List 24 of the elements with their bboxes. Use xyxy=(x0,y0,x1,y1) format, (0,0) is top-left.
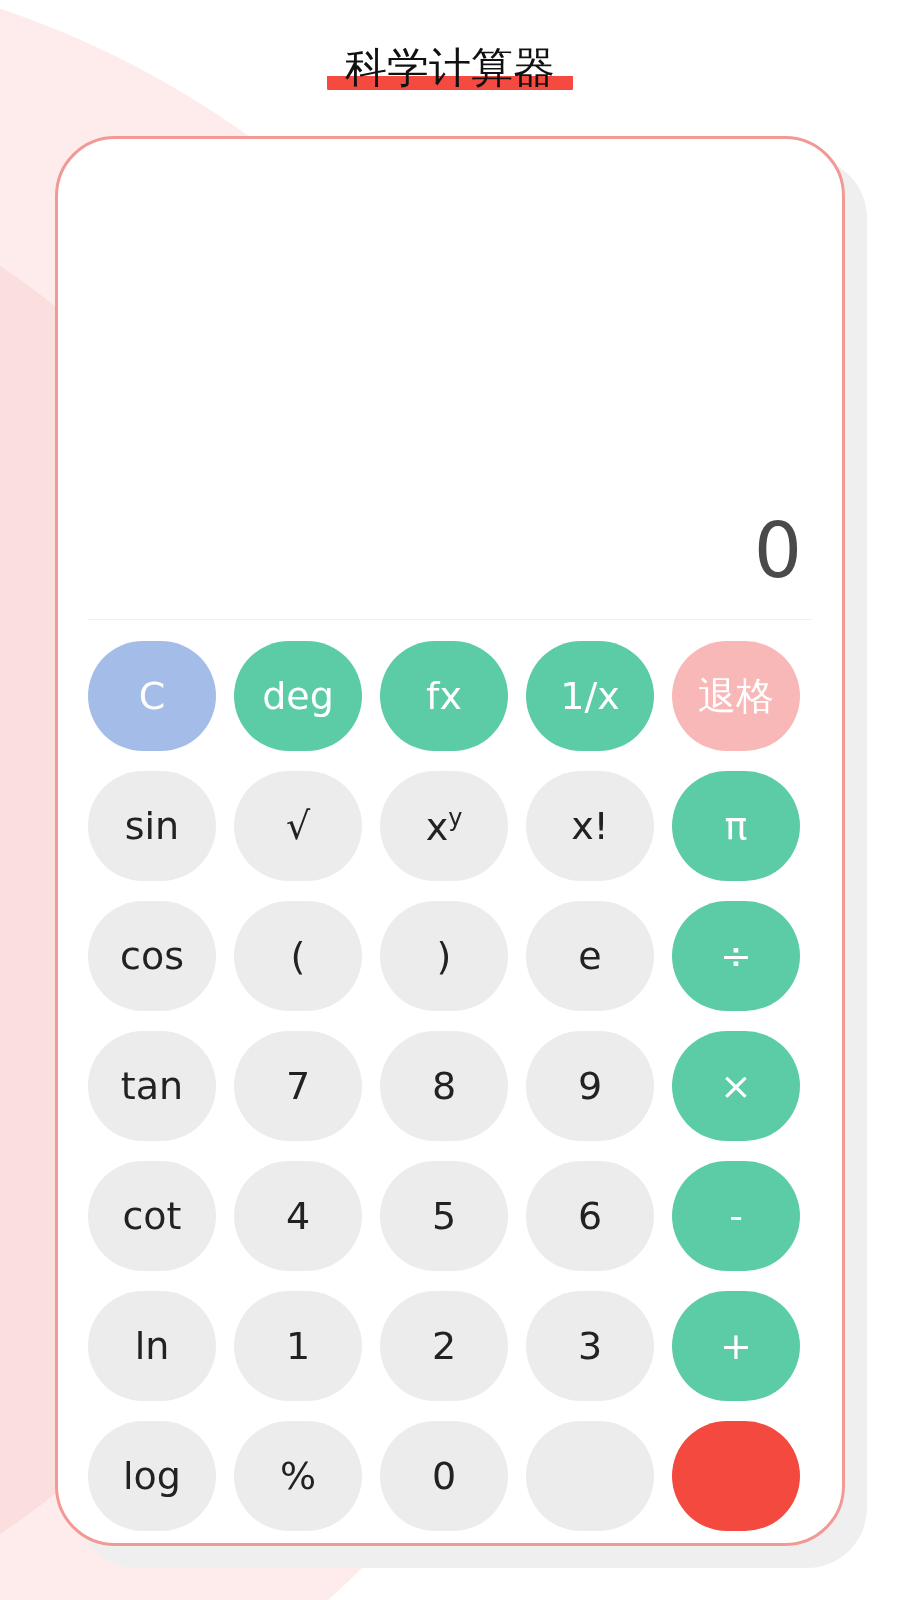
key-button[interactable]: log xyxy=(88,1421,216,1531)
key-button[interactable]: e xyxy=(526,901,654,1011)
key-button[interactable]: cot xyxy=(88,1161,216,1271)
key-button[interactable]: ln xyxy=(88,1291,216,1401)
key-button[interactable]: √ xyxy=(234,771,362,881)
key-button[interactable]: x! xyxy=(526,771,654,881)
key-button[interactable]: 8 xyxy=(380,1031,508,1141)
key-button[interactable]: tan xyxy=(88,1031,216,1141)
key-button[interactable]: 5 xyxy=(380,1161,508,1271)
key-button[interactable]: 2 xyxy=(380,1291,508,1401)
key-button[interactable]: 0 xyxy=(380,1421,508,1531)
key-button[interactable]: 4 xyxy=(234,1161,362,1271)
key-button[interactable]: % xyxy=(234,1421,362,1531)
key-button[interactable]: 6 xyxy=(526,1161,654,1271)
key-button[interactable]: cos xyxy=(88,901,216,1011)
key-button[interactable]: 9 xyxy=(526,1031,654,1141)
key-button[interactable]: 3 xyxy=(526,1291,654,1401)
key-button[interactable]: ( xyxy=(234,901,362,1011)
key-button[interactable]: sin xyxy=(88,771,216,881)
key-button[interactable]: 1 xyxy=(234,1291,362,1401)
key-button[interactable]: x$^{y}$ xyxy=(380,771,508,881)
key-button[interactable]: 7 xyxy=(234,1031,362,1141)
key-button[interactable]: ) xyxy=(380,901,508,1011)
display-value: 0 xyxy=(753,513,802,589)
